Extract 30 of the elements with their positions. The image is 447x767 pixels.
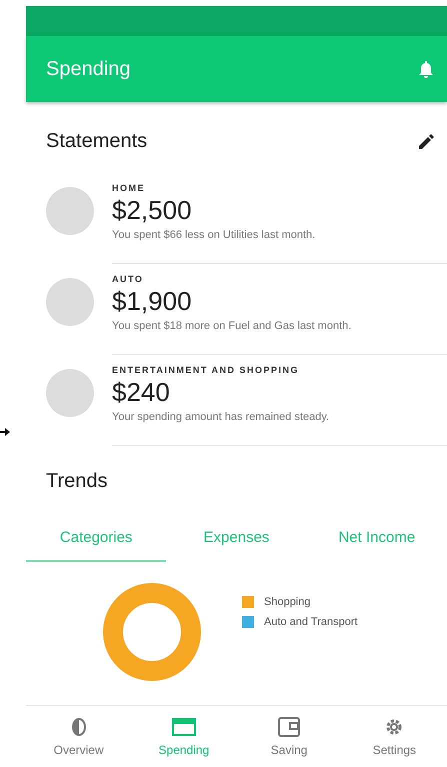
- nav-item[interactable]: Overview: [26, 706, 132, 767]
- card-icon: [172, 716, 196, 736]
- trend-tab[interactable]: Categories: [26, 519, 166, 562]
- category-avatar: [46, 278, 94, 326]
- wallet-icon: [278, 716, 300, 736]
- category-label: AUTO: [112, 274, 144, 284]
- nav-item[interactable]: Saving: [236, 706, 342, 767]
- category-avatar: [46, 187, 94, 235]
- half-circle-icon: [70, 716, 87, 736]
- gear-icon: [384, 716, 404, 736]
- category-avatar: [46, 369, 94, 417]
- category-label: ENTERTAINMENT AND SHOPPING: [112, 365, 300, 375]
- legend-label: Shopping: [264, 596, 310, 608]
- statement-note: You spent $66 less on Utilities last month.: [112, 229, 316, 241]
- legend-label: Auto and Transport: [264, 616, 358, 628]
- amount: $2,500: [112, 195, 193, 226]
- pencil-icon[interactable]: [417, 132, 435, 150]
- nav-item[interactable]: Settings: [342, 706, 447, 767]
- statement-note: You spent $18 more on Fuel and Gas last month.: [112, 320, 352, 332]
- amount: $240: [112, 377, 171, 408]
- statement-note: Your spending amount has remained steady.: [112, 411, 330, 423]
- section-heading: Statements: [46, 130, 148, 153]
- nav-item[interactable]: Spending: [131, 706, 236, 767]
- app-title: Spending: [46, 58, 131, 80]
- section-heading: Trends: [46, 470, 108, 493]
- category-label: HOME: [112, 183, 146, 193]
- trend-tab[interactable]: Expenses: [166, 519, 307, 562]
- trend-tab[interactable]: Net Income: [306, 519, 447, 562]
- pointer-arrow-icon: [0, 428, 10, 436]
- amount: $1,900: [112, 286, 193, 317]
